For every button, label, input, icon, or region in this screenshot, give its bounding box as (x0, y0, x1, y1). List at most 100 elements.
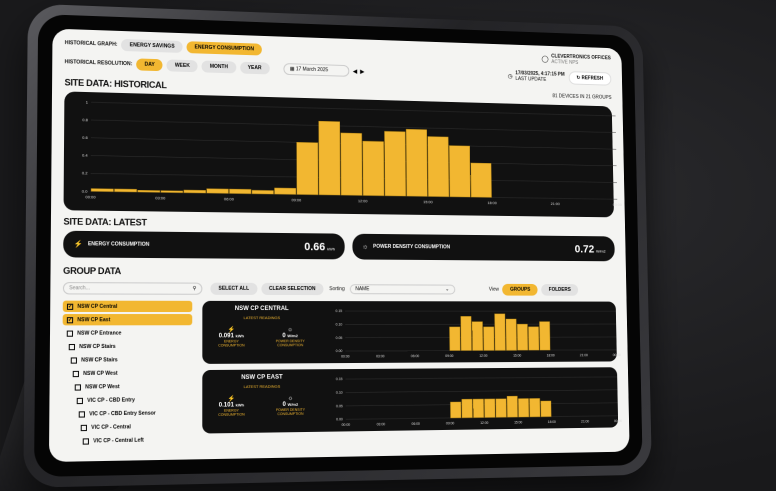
card-power-unit: W/m2 (287, 401, 299, 407)
group-list-item[interactable]: NSW CP West (71, 380, 193, 392)
group-card-nsw-cp-central[interactable]: NSW CP CENTRAL LATEST READINGS ⚡ 0.091 k… (202, 300, 621, 364)
group-list-item[interactable]: ✓ NSW CP East (62, 314, 193, 326)
tablet-device: HISTORICAL GRAPH: ENERGY SAVINGS ENERGY … (23, 3, 652, 488)
y-tick-label: 0.8 (82, 117, 89, 122)
group-list-item[interactable]: VIC CP - Central Left (78, 434, 192, 447)
checkbox-icon[interactable] (76, 397, 84, 404)
bar (274, 188, 295, 194)
select-all-button[interactable]: SELECT ALL (210, 282, 258, 295)
gridline (91, 102, 615, 116)
checkbox-icon[interactable] (72, 370, 80, 377)
y-tick-label: 1 (86, 99, 89, 104)
resolution-week[interactable]: WEEK (166, 59, 198, 73)
card-power-label: POWER DENSITY CONSUMPTION (275, 407, 305, 416)
prev-date-icon[interactable]: ◀ (353, 68, 357, 75)
next-date-icon[interactable]: ▶ (360, 68, 364, 75)
card-power-value: 0 (282, 401, 286, 408)
x-tick-label: 00:00 (341, 355, 350, 359)
refresh-button[interactable]: ↻ REFRESH (568, 71, 612, 86)
group-list-item[interactable]: NSW CP Entrance (63, 327, 193, 339)
resolution-day[interactable]: DAY (136, 58, 163, 72)
bar (507, 396, 518, 417)
bar (114, 189, 136, 192)
group-list-item[interactable]: VIC CP - Central (76, 420, 192, 433)
group-card-nsw-cp-east[interactable]: NSW CP EAST LATEST READINGS ⚡ 0.101 kWh … (202, 367, 622, 434)
bar (519, 399, 530, 417)
x-tick-label: 06:00 (411, 354, 419, 358)
date-value: 17 March 2025 (295, 66, 329, 74)
x-tick-label: 21:00 (551, 201, 561, 206)
x-tick-label: 06:00 (224, 196, 235, 201)
card-title: NSW CP EAST (241, 374, 283, 381)
org-selector[interactable]: ◯ CLEVERTRONICS OFFICES ACTIVE NPS (541, 53, 611, 67)
bar (319, 121, 341, 195)
clear-selection-button[interactable]: CLEAR SELECTION (261, 282, 324, 296)
group-list-item-label: NSW CP Stairs (79, 343, 116, 350)
y-tick-label: 0.00 (337, 418, 344, 422)
tab-energy-savings[interactable]: ENERGY SAVINGS (121, 38, 183, 53)
power-label: POWER DENSITY CONSUMPTION (373, 243, 451, 251)
chevron-down-icon: ⌄ (445, 286, 450, 293)
x-tick-label: 15:00 (513, 354, 521, 358)
date-picker[interactable]: ▦ 17 March 2025 (282, 63, 349, 77)
bar (297, 142, 318, 195)
sorting-select[interactable]: NAME ⌄ (349, 284, 456, 295)
resolution-year[interactable]: YEAR (239, 61, 270, 75)
resolution-month[interactable]: MONTH (201, 60, 236, 74)
y-tick-label: 0.2 (82, 171, 89, 176)
refresh-icon: ↻ (576, 75, 581, 81)
devices-note: 81 devices in 21 groups (552, 93, 612, 101)
group-list-item[interactable]: VIC CP - CBD Entry (72, 394, 192, 407)
refresh-label: REFRESH (581, 75, 604, 82)
historical-chart: 0.0 0.2 0.4 0.6 0.8 1 00:00 03:00 06:00 09:00 12:0… (63, 91, 623, 218)
x-tick-label: 03:00 (155, 195, 166, 200)
checkbox-checked-icon[interactable]: ✓ (66, 316, 74, 323)
group-list-item[interactable]: VIC CP - CBD Entry Sensor (74, 407, 192, 420)
card-power-value: 0 (282, 332, 286, 339)
checkbox-icon[interactable] (66, 330, 74, 337)
x-tick-label: 03:00 (377, 422, 386, 426)
card-power-label: POWER DENSITY CONSUMPTION (275, 338, 305, 347)
x-tick-label: 21:00 (581, 420, 589, 424)
checkbox-icon[interactable] (82, 437, 90, 445)
group-list-item[interactable]: NSW CP West (69, 367, 193, 379)
tab-energy-consumption[interactable]: ENERGY CONSUMPTION (186, 41, 262, 56)
group-list-item-label: VIC CP - Central (91, 423, 131, 431)
checkbox-icon[interactable] (68, 343, 76, 350)
view-folders-toggle[interactable]: FOLDERS (541, 284, 579, 296)
y-tick-label: 0.10 (336, 391, 343, 395)
group-data-title: GROUP DATA (63, 265, 122, 277)
gridline (346, 377, 618, 379)
bar (540, 322, 551, 351)
checkbox-icon[interactable] (70, 356, 78, 364)
bar (363, 141, 384, 196)
energy-unit: kWh (327, 246, 335, 252)
gridline (91, 120, 616, 133)
search-input[interactable]: Search... ⚲ (62, 282, 203, 295)
y-tick-label: 0.6 (82, 135, 89, 140)
bar (462, 399, 473, 418)
sorting-label: Sorting (329, 286, 345, 293)
checkbox-icon[interactable] (74, 383, 82, 391)
x-tick-label: 00:00 (342, 423, 351, 427)
checkbox-checked-icon[interactable]: ✓ (66, 303, 74, 310)
x-tick-label: 00:00 (613, 202, 623, 207)
group-list-item[interactable]: NSW CP Stairs (65, 341, 193, 353)
tablet-bezel: HISTORICAL GRAPH: ENERGY SAVINGS ENERGY … (34, 13, 643, 477)
building-icon: ◯ (541, 56, 549, 63)
view-groups-toggle[interactable]: GROUPS (502, 283, 538, 296)
group-list-item-label: VIC CP - CBD Entry Sensor (89, 409, 156, 417)
group-list-item-label: NSW CP Stairs (81, 356, 118, 364)
bar (428, 137, 449, 197)
card-energy-icon: ⚡ (227, 327, 236, 334)
search-icon: ⚲ (192, 285, 197, 292)
group-list-item[interactable]: ✓ NSW CP Central (62, 300, 193, 313)
bar (207, 189, 229, 194)
historical-graph-label: HISTORICAL GRAPH: (64, 40, 118, 48)
energy-icon: ⚡ (73, 241, 83, 249)
bar (529, 327, 540, 350)
checkbox-icon[interactable] (78, 410, 86, 418)
group-list-item[interactable]: NSW CP Stairs (67, 354, 193, 366)
x-tick-label: 00:00 (85, 194, 96, 199)
checkbox-icon[interactable] (80, 424, 88, 431)
